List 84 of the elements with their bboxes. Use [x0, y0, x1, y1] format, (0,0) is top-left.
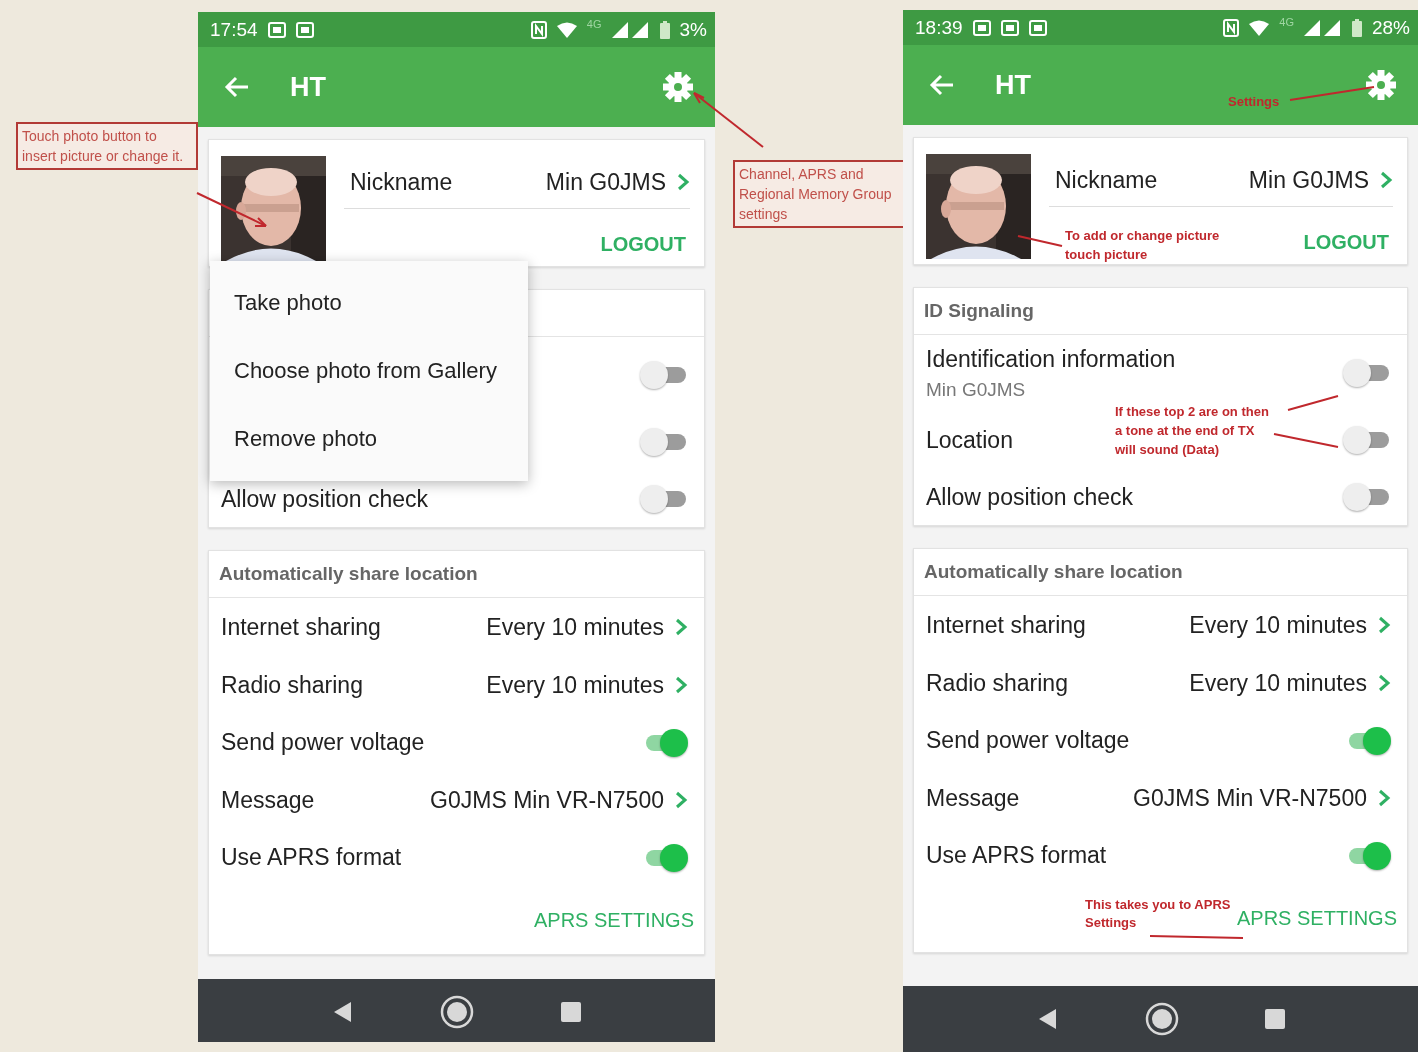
nfc-icon	[530, 20, 547, 39]
back-arrow-icon[interactable]	[929, 73, 955, 97]
chevron-right-icon	[1379, 171, 1393, 189]
screen-title: HT	[290, 71, 326, 103]
chevron-right-icon	[1377, 616, 1391, 634]
setting-label: Use APRS format	[926, 842, 1107, 869]
nickname-label: Nickname	[349, 168, 454, 196]
callout-note: Settings	[1228, 93, 1280, 111]
callout-note: Touch photo button to insert picture or change it.	[16, 122, 198, 170]
network-type: 4G	[586, 18, 602, 30]
leader-line	[1273, 395, 1339, 448]
setting-label: Internet sharing	[221, 613, 381, 641]
setting-value[interactable]: Every 10 minutes	[1189, 669, 1367, 697]
callout-note: To add or change picture touch picture	[1065, 227, 1221, 264]
setting-label: Location	[926, 426, 1013, 454]
menu-item[interactable]: Choose photo from Gallery	[210, 337, 528, 405]
battery-icon	[1351, 18, 1362, 37]
home-nav-icon[interactable]	[440, 995, 475, 1029]
back-arrow-icon[interactable]	[224, 75, 250, 99]
chevron-right-icon	[1377, 674, 1391, 692]
toggle-switch[interactable]	[1343, 482, 1391, 512]
setting-value[interactable]: Every 10 minutes	[1189, 611, 1367, 639]
menu-item[interactable]: Remove photo	[210, 405, 528, 473]
chevron-right-icon	[674, 676, 688, 694]
toggle-switch[interactable]	[640, 427, 688, 457]
nickname-label: Nickname	[1054, 166, 1159, 194]
nickname-value[interactable]: Min G0JMS	[1248, 166, 1369, 194]
status-time: 17:54	[210, 18, 258, 41]
toggle-switch[interactable]	[1343, 425, 1391, 455]
leader-line	[1017, 235, 1063, 247]
chevron-right-icon	[674, 791, 688, 809]
notification-icon	[1028, 19, 1047, 36]
setting-label: Radio sharing	[926, 669, 1068, 697]
settings-icon[interactable]	[1366, 70, 1396, 100]
recents-nav-icon[interactable]	[1263, 1008, 1286, 1030]
setting-label: Allow position check	[926, 483, 1134, 511]
wifi-icon	[1249, 19, 1270, 36]
signal-icon	[611, 21, 650, 38]
chevron-right-icon	[676, 173, 690, 191]
notification-icon	[267, 21, 286, 38]
setting-label: Message	[221, 786, 315, 814]
chevron-right-icon	[674, 618, 688, 636]
battery-percent: 3%	[679, 18, 707, 41]
settings-icon[interactable]	[663, 72, 693, 102]
chevron-right-icon	[1377, 789, 1391, 807]
section-header: Automatically share location	[924, 561, 1183, 583]
setting-label: Send power voltage	[221, 729, 425, 756]
notification-icon	[972, 19, 991, 36]
recents-nav-icon[interactable]	[560, 1001, 583, 1023]
section-header: ID Signaling	[924, 300, 1034, 322]
network-type: 4G	[1279, 16, 1294, 28]
callout-note: Channel, APRS and Regional Memory Group settings	[733, 160, 905, 228]
setting-value[interactable]: G0JMS Min VR-N7500	[1133, 784, 1367, 812]
callout-note: If these top 2 are on then a tone at the end of TX will sound (Data)	[1115, 403, 1270, 459]
signal-icon	[1303, 19, 1342, 36]
leader-line	[196, 192, 267, 227]
battery-icon	[659, 20, 670, 39]
screen-title: HT	[995, 69, 1031, 101]
nfc-icon	[1223, 18, 1240, 37]
nickname-value[interactable]: Min G0JMS	[545, 168, 666, 196]
setting-label: Identification information	[926, 345, 1176, 373]
setting-label: Radio sharing	[221, 671, 363, 699]
setting-subtitle: Min G0JMS	[926, 378, 1026, 401]
home-nav-icon[interactable]	[1144, 1002, 1179, 1036]
setting-label: Internet sharing	[926, 611, 1086, 639]
setting-value[interactable]: Every 10 minutes	[486, 613, 664, 641]
notification-icon	[295, 21, 314, 38]
notification-icon	[1000, 19, 1019, 36]
setting-label: Send power voltage	[926, 727, 1130, 754]
setting-value[interactable]: G0JMS Min VR-N7500	[430, 786, 664, 814]
wifi-icon	[556, 21, 577, 38]
setting-value[interactable]: Every 10 minutes	[486, 671, 664, 699]
menu-item[interactable]: Take photo	[210, 269, 528, 337]
setting-label: Use APRS format	[221, 844, 402, 871]
setting-label: Message	[926, 784, 1020, 812]
setting-label: Allow position check	[221, 485, 429, 513]
callout-note: This takes you to APRS Settings	[1085, 896, 1232, 932]
status-time: 18:39	[915, 16, 963, 39]
battery-percent: 28%	[1371, 16, 1410, 39]
section-header: Automatically share location	[219, 563, 478, 585]
toggle-switch[interactable]	[1343, 358, 1391, 388]
leader-line	[693, 92, 764, 148]
toggle-switch[interactable]	[640, 484, 688, 514]
toggle-switch[interactable]	[640, 360, 688, 390]
